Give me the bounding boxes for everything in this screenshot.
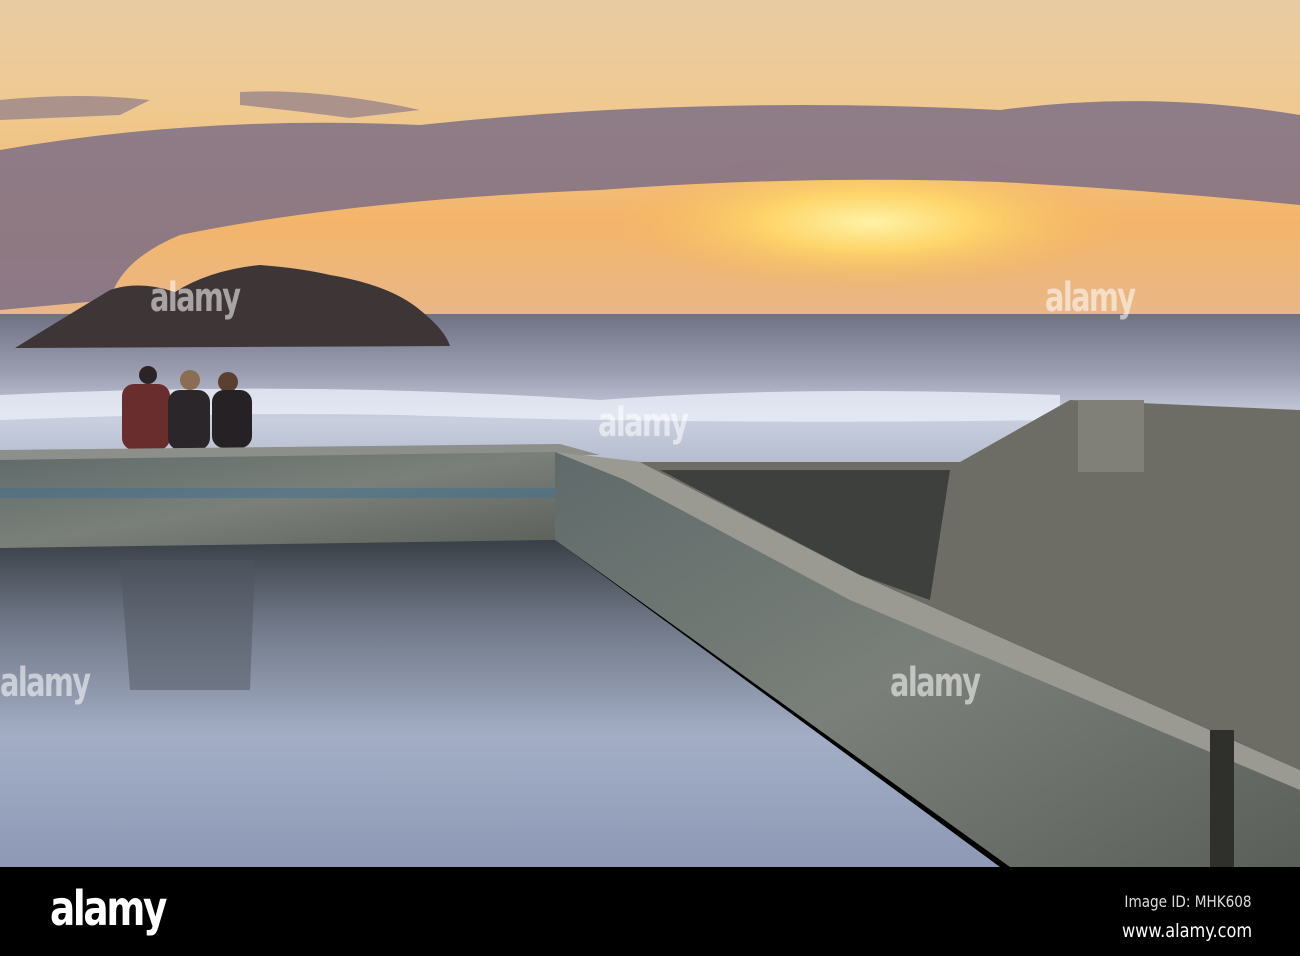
watermark: alamy: [150, 275, 241, 321]
alamy-logo: alamy: [50, 881, 167, 937]
people-silhouettes: [122, 366, 252, 450]
watermark: alamy: [0, 660, 91, 706]
walkway-wall: [0, 452, 555, 548]
reflection: [120, 560, 255, 690]
watermark: alamy: [1045, 275, 1136, 321]
footer-bar: alamy Image ID: MHK608 www.alamy.com: [0, 867, 1300, 956]
post: [1210, 730, 1234, 867]
site-url: www.alamy.com: [1121, 920, 1252, 942]
pillar: [1078, 400, 1144, 472]
image-id: Image ID: MHK608: [1124, 892, 1252, 911]
watermark: alamy: [598, 400, 689, 446]
watermark: alamy: [890, 660, 981, 706]
